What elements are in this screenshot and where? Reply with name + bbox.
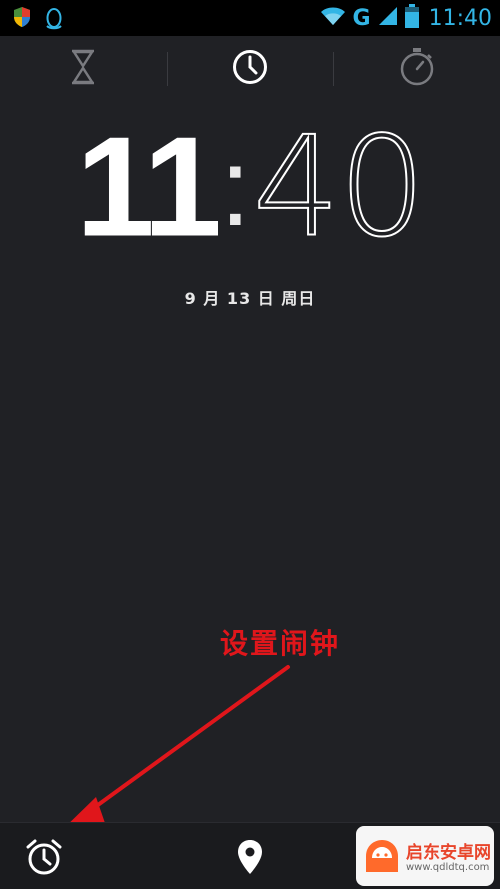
hourglass-icon <box>69 49 97 89</box>
qq-penguin-icon <box>44 6 64 34</box>
cities-button[interactable] <box>226 835 274 883</box>
clock-tabs <box>0 36 500 102</box>
annotation-label: 设置闹钟 <box>220 627 341 660</box>
signal-icon <box>377 5 399 31</box>
clock-separator: : <box>219 125 251 249</box>
clock-icon <box>231 48 269 90</box>
status-bar: G 11:40 <box>0 0 500 36</box>
tab-stopwatch[interactable] <box>333 36 500 102</box>
tab-clock[interactable] <box>166 36 334 102</box>
watermark-logo-icon <box>366 840 398 872</box>
status-bar-indicators: G 11:40 <box>319 0 492 36</box>
clock-app-screen: G 11:40 11:40 9 月 13 日 周日 设置闹钟 启东安卓网 www… <box>0 0 500 889</box>
site-watermark: 启东安卓网 www.qdldtq.com <box>356 826 494 886</box>
status-bar-time: 11:40 <box>428 5 492 31</box>
digital-clock: 11:40 <box>0 111 500 263</box>
clock-hours: 11 <box>75 107 222 267</box>
clock-minutes: 40 <box>252 106 428 268</box>
stopwatch-icon <box>398 47 436 91</box>
alarm-icon <box>24 837 64 881</box>
tab-timer[interactable] <box>0 36 167 102</box>
status-bar-notifications <box>12 6 64 34</box>
wifi-icon <box>319 5 347 31</box>
alarm-button[interactable] <box>20 835 68 883</box>
location-icon <box>237 839 263 879</box>
battery-icon <box>404 4 419 32</box>
clock-date: 9 月 13 日 周日 <box>184 289 316 308</box>
security-shield-icon <box>12 6 32 34</box>
watermark-url: www.qdldtq.com <box>406 862 490 873</box>
network-type-label: G <box>352 5 371 31</box>
watermark-title: 启东安卓网 <box>406 843 491 863</box>
